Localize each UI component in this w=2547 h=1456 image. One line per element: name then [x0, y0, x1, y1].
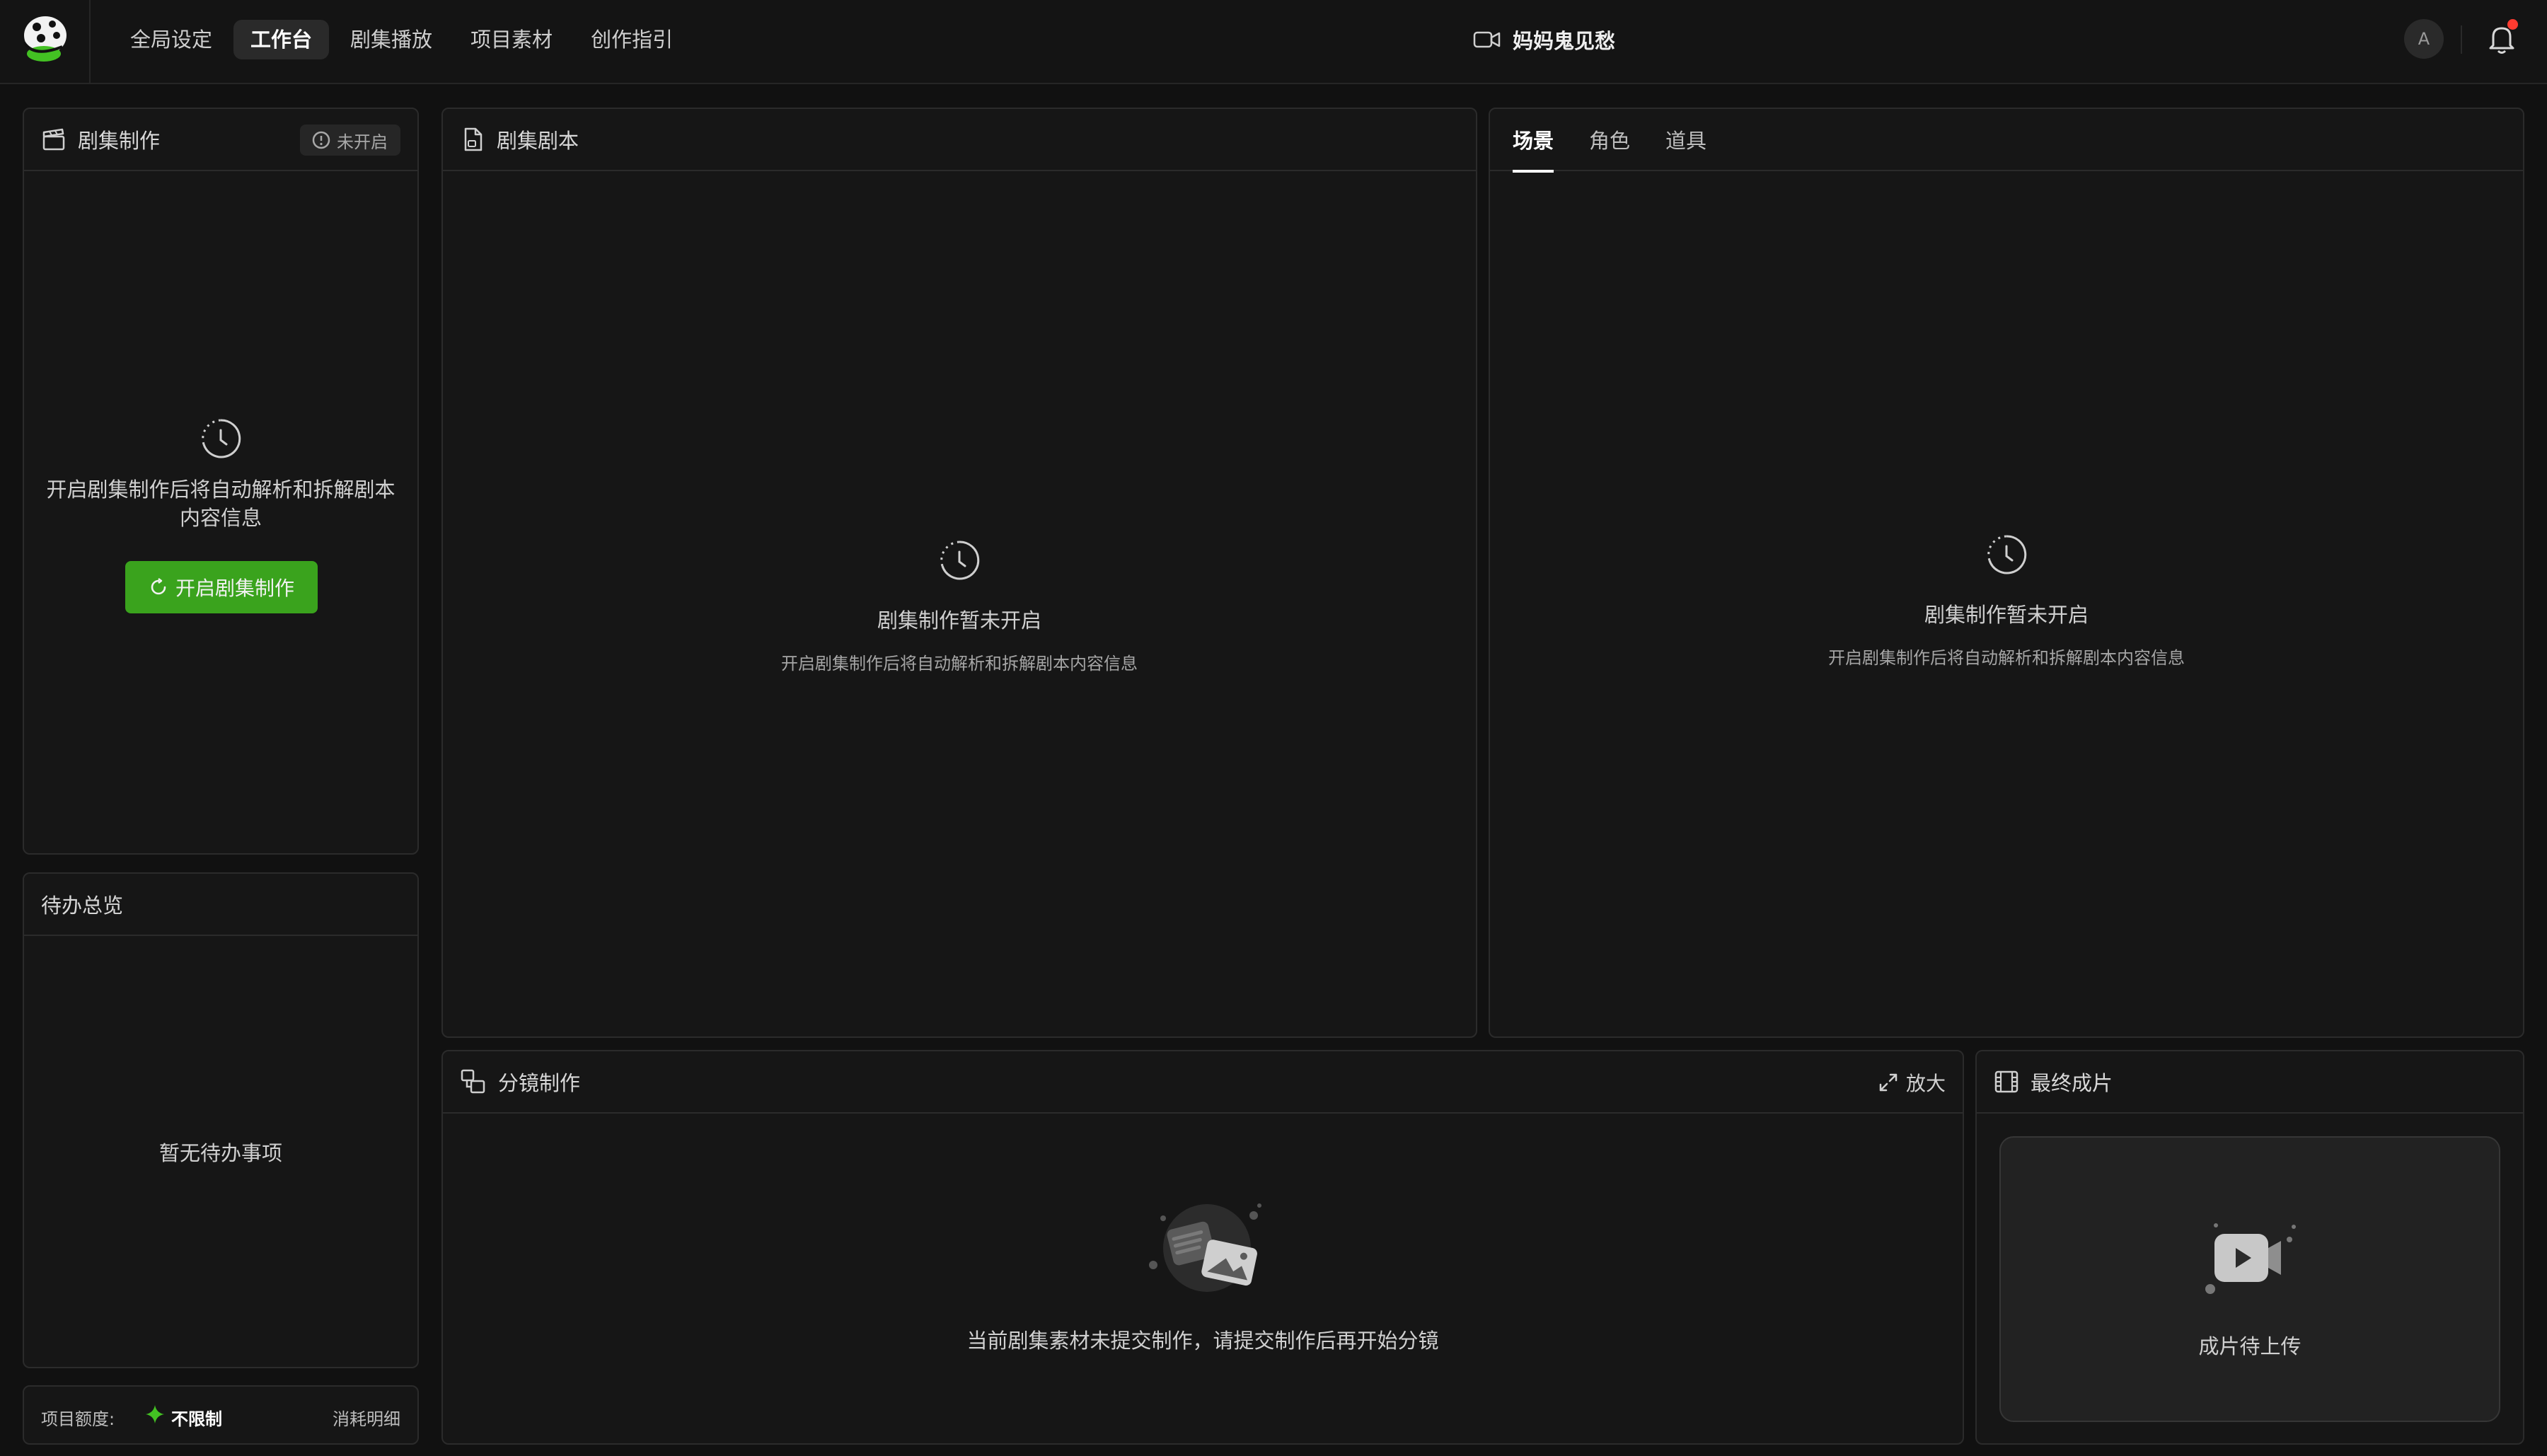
production-panel-title: 剧集制作 — [78, 129, 161, 153]
info-circle-icon — [311, 130, 331, 150]
app-logo-icon[interactable] — [20, 14, 71, 65]
refresh-icon — [149, 577, 168, 597]
production-status-badge: 未开启 — [300, 125, 400, 156]
start-production-button[interactable]: 开启剧集制作 — [125, 561, 318, 613]
usage-detail-link[interactable]: 消耗明细 — [333, 1405, 400, 1430]
storyboard-panel-header: 分镜制作 — [443, 1051, 1963, 1114]
todo-panel-title: 待办总览 — [41, 894, 124, 918]
todo-panel-header: 待办总览 — [24, 874, 417, 936]
avatar[interactable]: A — [2404, 19, 2444, 59]
start-production-label: 开启剧集制作 — [175, 577, 294, 600]
storyboard-panel-title: 分镜制作 — [498, 1071, 581, 1095]
production-status-text: 未开启 — [337, 132, 388, 152]
production-panel: 剧集制作 未开启 开启剧集制作后将自动解析和拆解剧本内容信息 开启剧集制作 — [23, 108, 419, 855]
tab-character[interactable]: 角色 — [1589, 125, 1630, 171]
main-nav: 全局设定 工作台 剧集播放 项目素材 创作指引 — [113, 20, 690, 59]
quota-value: 不限制 — [171, 1409, 222, 1429]
storyboard-panel: 分镜制作 放大 当前剧集素材未提交制作，请提交制作后再开始分镜 — [441, 1050, 1964, 1445]
script-panel: 剧集剧本 剧集制作暂未开启 开启剧集制作后将自动解析和拆解剧本内容信息 — [441, 108, 1477, 1038]
final-cut-status: 成片待上传 — [2198, 1334, 2301, 1358]
pending-clock-icon — [1984, 532, 2029, 577]
nav-workbench[interactable]: 工作台 — [233, 20, 330, 59]
nav-project-assets[interactable]: 项目素材 — [454, 20, 570, 59]
project-name: 妈妈鬼见愁 — [1513, 29, 1616, 53]
pending-clock-icon — [198, 416, 243, 461]
film-strip-icon — [1994, 1069, 2019, 1094]
script-empty-state: 剧集制作暂未开启 开启剧集制作后将自动解析和拆解剧本内容信息 — [443, 538, 1476, 674]
video-play-icon — [2190, 1217, 2304, 1295]
production-empty-state: 开启剧集制作后将自动解析和拆解剧本内容信息 — [24, 416, 417, 532]
project-title[interactable]: 妈妈鬼见愁 — [1473, 23, 1615, 57]
top-bar: 全局设定 工作台 剧集播放 项目素材 创作指引 妈妈鬼见愁 A — [0, 0, 2547, 84]
tab-props[interactable]: 道具 — [1665, 125, 1706, 171]
document-icon — [460, 127, 485, 152]
script-empty-title: 剧集制作暂未开启 — [877, 608, 1041, 632]
expand-arrows-icon — [1878, 1072, 1899, 1093]
tab-scene[interactable]: 场景 — [1513, 125, 1554, 173]
production-message: 开启剧集制作后将自动解析和拆解剧本内容信息 — [46, 478, 395, 530]
notification-dot — [2507, 19, 2518, 30]
image-placeholder-icon — [1139, 1203, 1266, 1302]
topbar-divider — [2461, 25, 2462, 54]
logo-divider — [89, 0, 91, 83]
video-camera-icon — [1473, 29, 1501, 50]
script-panel-header: 剧集剧本 — [443, 109, 1476, 171]
assets-panel: 场景 角色 道具 剧集制作暂未开启 开启剧集制作后将自动解析和拆解剧本内容信息 — [1489, 108, 2524, 1038]
zoom-label: 放大 — [1905, 1072, 1946, 1095]
final-cut-panel-title: 最终成片 — [2031, 1071, 2113, 1095]
todo-panel: 待办总览 暂无待办事项 — [23, 872, 419, 1368]
storyboard-frames-icon — [460, 1068, 487, 1095]
assets-tabs: 场景 角色 道具 — [1490, 109, 2523, 173]
final-cut-upload-area[interactable]: 成片待上传 — [1999, 1136, 2500, 1422]
assets-empty-title: 剧集制作暂未开启 — [1924, 603, 2089, 627]
script-empty-subtitle: 开启剧集制作后将自动解析和拆解剧本内容信息 — [781, 654, 1138, 674]
assets-empty-state: 剧集制作暂未开启 开启剧集制作后将自动解析和拆解剧本内容信息 — [1490, 532, 2523, 669]
final-cut-panel: 最终成片 成片待上传 — [1975, 1050, 2524, 1445]
script-panel-title: 剧集剧本 — [497, 129, 579, 153]
quota-label: 项目额度: — [41, 1409, 115, 1429]
sparkle-icon — [144, 1404, 166, 1425]
final-cut-panel-header: 最终成片 — [1977, 1051, 2523, 1114]
storyboard-empty-text: 当前剧集素材未提交制作，请提交制作后再开始分镜 — [966, 1329, 1439, 1353]
nav-episode-playback[interactable]: 剧集播放 — [333, 20, 449, 59]
pending-clock-icon — [937, 538, 982, 583]
zoom-in-button[interactable]: 放大 — [1878, 1067, 1946, 1098]
storyboard-empty-state: 当前剧集素材未提交制作，请提交制作后再开始分镜 — [443, 1203, 1963, 1354]
clapperboard-icon — [41, 127, 67, 152]
todo-empty-text: 暂无待办事项 — [158, 1141, 282, 1165]
quota-bar: 项目额度: 不限制 消耗明细 — [23, 1385, 419, 1445]
nav-global-settings[interactable]: 全局设定 — [113, 20, 229, 59]
nav-creation-guide[interactable]: 创作指引 — [574, 20, 690, 59]
assets-empty-subtitle: 开启剧集制作后将自动解析和拆解剧本内容信息 — [1828, 648, 2185, 668]
